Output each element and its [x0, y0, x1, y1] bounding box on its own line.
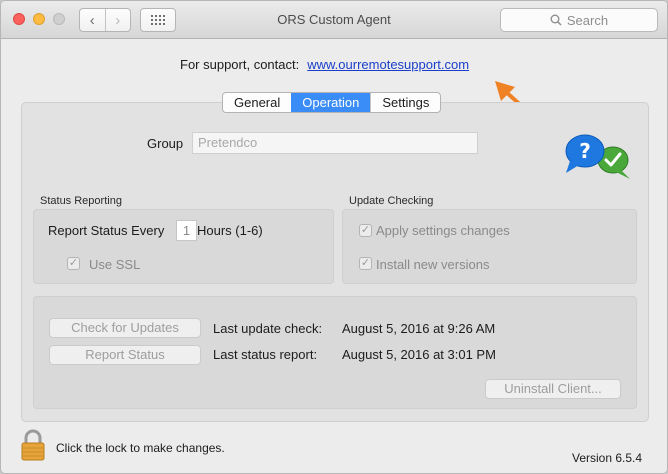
group-field[interactable]: Pretendco [192, 132, 478, 154]
tab-general[interactable]: General [223, 93, 291, 112]
lock-icon[interactable] [21, 429, 45, 461]
last-update-value: August 5, 2016 at 9:26 AM [342, 321, 496, 336]
svg-text:?: ? [579, 139, 591, 163]
app-window: ‹ › ORS Custom Agent Search For support,… [0, 0, 668, 474]
report-status-button[interactable]: Report Status [49, 345, 201, 365]
apply-settings-checkbox[interactable]: ✓ [359, 224, 372, 237]
apply-settings-label: Apply settings changes [376, 223, 510, 238]
search-placeholder: Search [566, 12, 609, 28]
check-updates-button[interactable]: Check for Updates [49, 318, 201, 338]
update-checking-title: Update Checking [349, 195, 434, 207]
tab-bar: General Operation Settings [222, 92, 442, 113]
install-versions-label: Install new versions [376, 257, 490, 272]
search-field[interactable]: Search [500, 8, 658, 32]
tab-settings[interactable]: Settings [370, 93, 440, 112]
lock-hint-text: Click the lock to make changes. [56, 441, 225, 455]
version-label: Version 6.5.4 [572, 451, 643, 465]
group-label: Group [147, 136, 184, 151]
search-icon [550, 14, 562, 26]
hours-field[interactable]: 1 [176, 220, 197, 241]
help-chat-icon: ? [565, 134, 630, 179]
hours-suffix-label: Hours (1-6) [197, 223, 263, 238]
support-link[interactable]: www.ourremotesupport.com [307, 57, 469, 72]
uninstall-client-button[interactable]: Uninstall Client... [485, 379, 621, 399]
title-bar: ‹ › ORS Custom Agent Search [1, 1, 667, 39]
update-checking-box [342, 209, 637, 284]
use-ssl-checkbox[interactable]: ✓ [67, 257, 80, 270]
support-label: For support, contact: [180, 57, 300, 72]
last-report-label: Last status report: [213, 347, 318, 362]
install-versions-checkbox[interactable]: ✓ [359, 257, 372, 270]
use-ssl-label: Use SSL [89, 257, 141, 272]
last-report-value: August 5, 2016 at 3:01 PM [342, 347, 496, 362]
support-line: For support, contact: www.ourremotesuppor… [180, 57, 469, 72]
report-status-label: Report Status Every [48, 223, 165, 238]
last-update-label: Last update check: [213, 321, 323, 336]
status-reporting-title: Status Reporting [40, 195, 122, 207]
tab-operation[interactable]: Operation [291, 93, 371, 112]
